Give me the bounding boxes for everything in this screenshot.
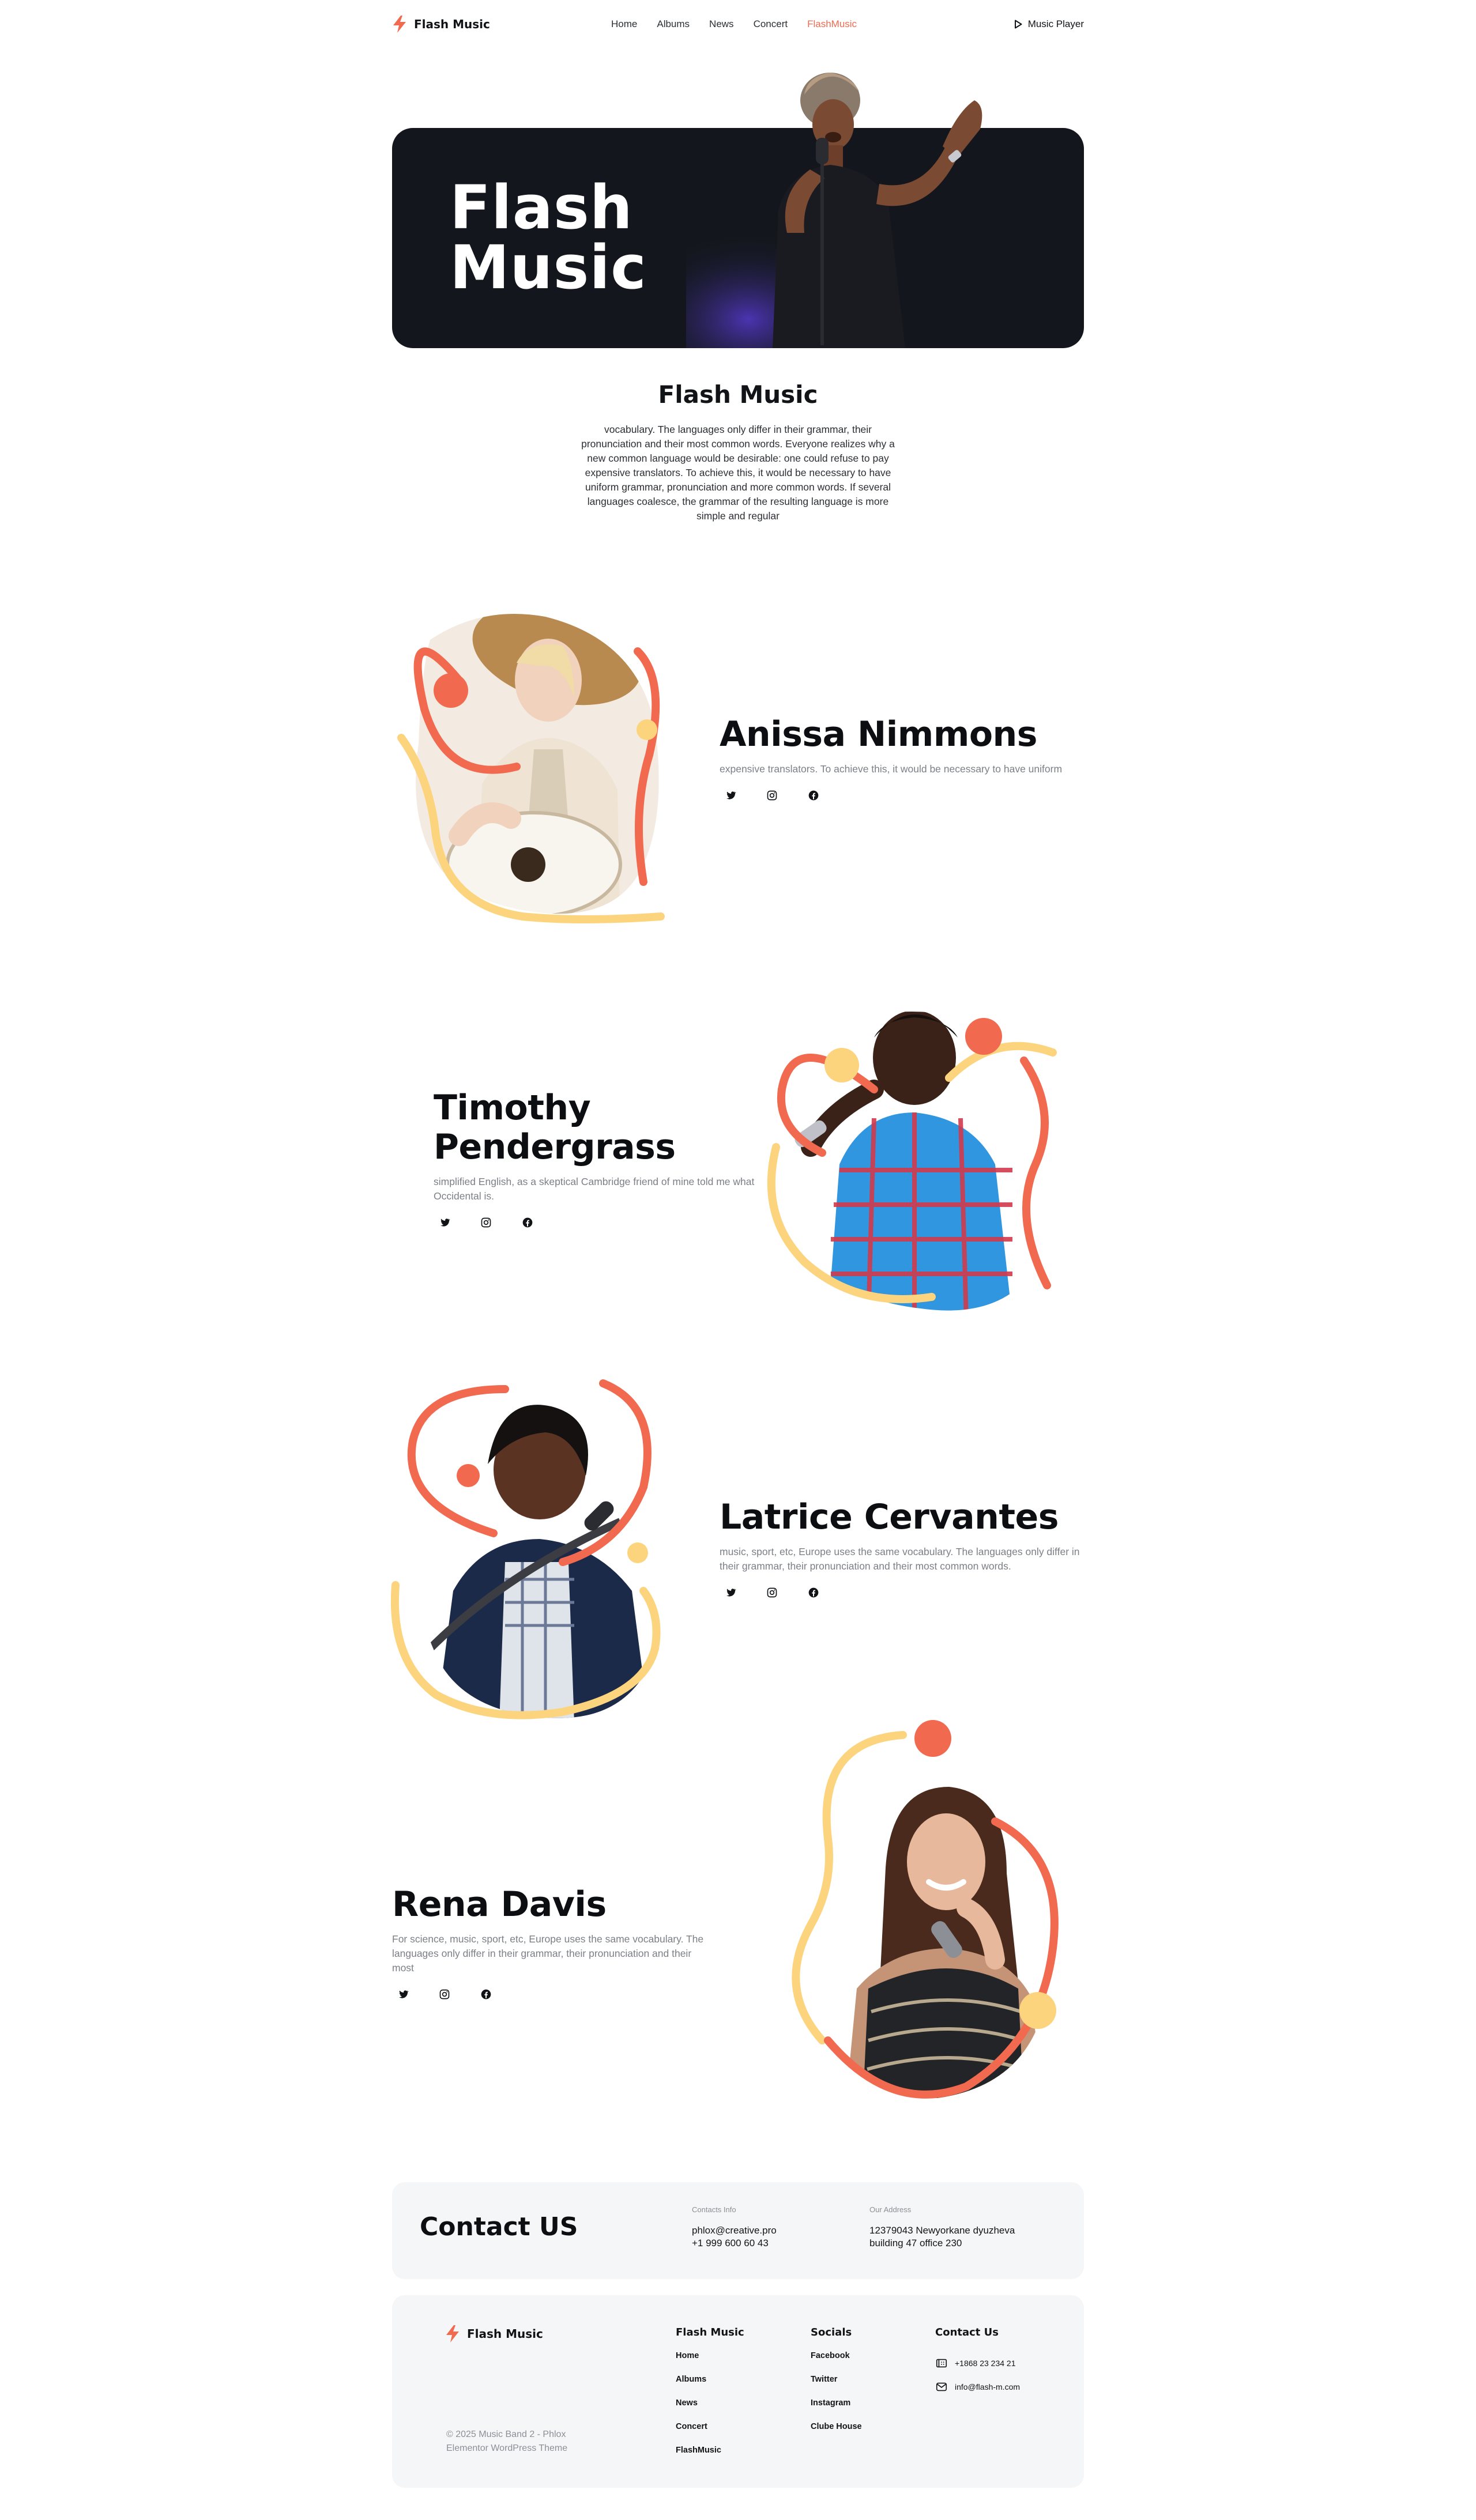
contact-phone[interactable]: +1 999 600 60 43 xyxy=(692,2237,777,2250)
artist-anissa: Anissa Nimmons expensive translators. To… xyxy=(720,715,1089,802)
artist-name: Timothy Pendergrass xyxy=(434,1088,676,1167)
footer-link-home[interactable]: Home xyxy=(676,2351,744,2375)
our-address-label: Our Address xyxy=(869,2205,912,2214)
instagram-icon[interactable] xyxy=(766,789,778,802)
footer-link-facebook[interactable]: Facebook xyxy=(811,2351,862,2375)
our-address: Our Address 12379043 Newyorkane dyuzheva… xyxy=(869,2205,1015,2250)
footer-logo-text: Flash Music xyxy=(467,2327,543,2341)
music-player-label: Music Player xyxy=(1027,18,1084,29)
artist-description: For science, music, sport, etc, Europe u… xyxy=(392,1933,704,1974)
main-nav: Home Albums News Concert FlashMusic xyxy=(611,18,857,30)
footer-link-flashmusic[interactable]: FlashMusic xyxy=(676,2446,744,2469)
contact-email[interactable]: phlox@creative.pro xyxy=(692,2224,777,2237)
site-footer: Flash Music © 2025 Music Band 2 - Phlox … xyxy=(392,2295,1084,2488)
footer-link-clubhouse[interactable]: Clube House xyxy=(811,2422,862,2446)
contacts-info: Contacts Info phlox@creative.pro +1 999 … xyxy=(692,2205,777,2250)
instagram-icon[interactable] xyxy=(438,1988,451,2001)
address-line-1: 12379043 Newyorkane dyuzheva xyxy=(869,2225,1015,2236)
lightning-logo-icon xyxy=(446,2325,459,2342)
footer-col-title: Socials xyxy=(811,2326,852,2338)
contact-title: Contact US xyxy=(420,2212,578,2242)
intro-section: Flash Music vocabulary. The languages on… xyxy=(577,380,899,523)
footer-logo[interactable]: Flash Music xyxy=(445,2325,543,2342)
nav-news[interactable]: News xyxy=(709,18,734,30)
artist-rena: Rena Davis For science, music, sport, et… xyxy=(392,1885,715,2001)
twitter-icon[interactable] xyxy=(397,1988,409,2001)
nav-concert[interactable]: Concert xyxy=(754,18,788,30)
footer-col-contact: Contact Us +1868 23 234 21 info@flash-m.… xyxy=(935,2326,1020,2398)
twitter-icon[interactable] xyxy=(724,1586,737,1599)
footer-col-title: Contact Us xyxy=(935,2326,999,2338)
artist-name: Rena Davis xyxy=(392,1884,607,1925)
instagram-icon[interactable] xyxy=(766,1586,778,1599)
footer-link-concert[interactable]: Concert xyxy=(676,2422,744,2446)
contacts-info-label: Contacts Info xyxy=(692,2205,736,2214)
footer-link-instagram[interactable]: Instagram xyxy=(811,2398,862,2422)
facebook-icon[interactable] xyxy=(807,1586,820,1599)
nav-flashmusic[interactable]: FlashMusic xyxy=(807,18,857,30)
footer-link-albums[interactable]: Albums xyxy=(676,2375,744,2398)
artist-socials xyxy=(392,1988,715,2001)
artist-latrice: Latrice Cervantes music, sport, etc, Eur… xyxy=(720,1497,1089,1599)
play-icon xyxy=(1014,20,1022,29)
artist-name: Latrice Cervantes xyxy=(720,1497,1059,1537)
artist-socials xyxy=(720,789,1089,802)
facebook-icon[interactable] xyxy=(480,1988,492,2001)
artist-photo-timothy xyxy=(767,1012,1057,1311)
footer-col-title: Flash Music xyxy=(676,2326,744,2338)
footer-phone[interactable]: +1868 23 234 21 xyxy=(935,2351,1020,2375)
facebook-icon[interactable] xyxy=(521,1216,534,1229)
nav-home[interactable]: Home xyxy=(611,18,637,30)
copyright: © 2025 Music Band 2 - Phlox Elementor Wo… xyxy=(446,2430,568,2453)
artist-photo-latrice xyxy=(390,1379,668,1719)
contact-section: Contact US Contacts Info phlox@creative.… xyxy=(392,2182,1084,2279)
hero-banner: Flash Music xyxy=(392,73,1084,348)
twitter-icon[interactable] xyxy=(724,789,737,802)
intro-title: Flash Music xyxy=(658,380,818,409)
hero-singer-image xyxy=(686,73,982,348)
footer-link-twitter[interactable]: Twitter xyxy=(811,2375,862,2398)
footer-link-news[interactable]: News xyxy=(676,2398,744,2422)
footer-col-socials: Socials Facebook Twitter Instagram Clube… xyxy=(811,2326,862,2446)
mail-icon xyxy=(936,2382,947,2391)
artist-timothy: Timothy Pendergrass simplified English, a… xyxy=(434,1088,756,1229)
artist-photo-rena xyxy=(792,1720,1059,2099)
footer-col-flash-music: Flash Music Home Albums News Concert Fla… xyxy=(676,2326,744,2469)
artist-socials xyxy=(720,1586,1089,1599)
phone-icon xyxy=(936,2359,947,2367)
facebook-icon[interactable] xyxy=(807,789,820,802)
nav-albums[interactable]: Albums xyxy=(657,18,690,30)
address-line-2: building 47 office 230 xyxy=(869,2238,962,2249)
music-player-link[interactable]: Music Player xyxy=(1014,18,1084,30)
instagram-icon[interactable] xyxy=(480,1216,492,1229)
artist-description: simplified English, as a skeptical Cambr… xyxy=(434,1176,755,1202)
top-navigation-bar: Flash Music Home Albums News Concert Fla… xyxy=(392,12,1084,37)
site-logo[interactable]: Flash Music xyxy=(392,16,490,33)
lightning-logo-icon xyxy=(393,16,406,33)
twitter-icon[interactable] xyxy=(438,1216,451,1229)
footer-email[interactable]: info@flash-m.com xyxy=(935,2375,1020,2398)
intro-body: vocabulary. The languages only differ in… xyxy=(581,424,895,522)
artist-description: music, sport, etc, Europe uses the same … xyxy=(720,1546,1080,1572)
artist-description: expensive translators. To achieve this, … xyxy=(720,763,1063,775)
artist-name: Anissa Nimmons xyxy=(720,714,1038,755)
logo-text: Flash Music xyxy=(414,17,490,31)
artist-socials xyxy=(434,1216,756,1229)
hero-title: Flash Music xyxy=(450,172,647,303)
artist-photo-anissa xyxy=(397,614,665,923)
